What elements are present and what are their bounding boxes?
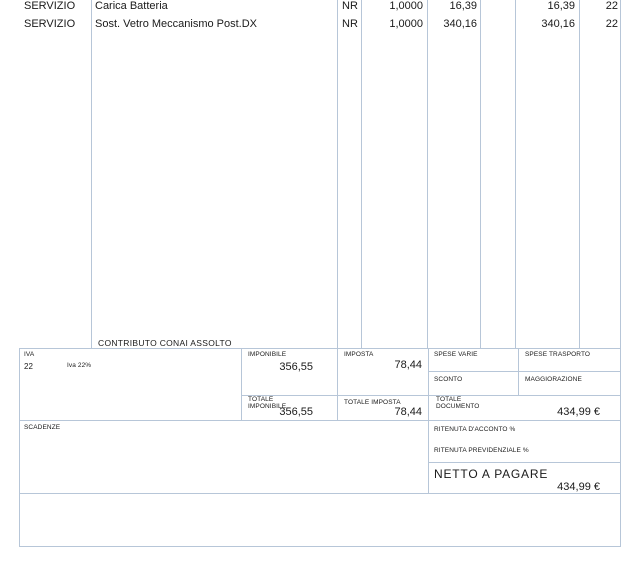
ritenuta-previdenziale-label: RITENUTA PREVIDENZIALE %	[434, 447, 529, 454]
col-divider	[361, 0, 362, 348]
col-divider	[480, 0, 481, 348]
totale-imponibile-value: 356,55	[279, 406, 313, 418]
line-item-vat: 22	[605, 0, 618, 12]
imposta-label: IMPOSTA	[344, 351, 374, 358]
payment-box	[19, 420, 621, 494]
totale-imponibile-label: TOTALE	[248, 396, 274, 403]
netto-a-pagare-value: 434,99 €	[557, 481, 600, 493]
col-divider	[515, 0, 516, 348]
line-item-description: Carica Batteria	[95, 0, 168, 12]
iva-code: 22	[24, 362, 33, 371]
line-item-price: 340,16	[443, 18, 477, 30]
line-item-unit: NR	[342, 0, 358, 12]
payment-divider	[428, 462, 621, 463]
line-item-price: 16,39	[449, 0, 477, 12]
netto-a-pagare-label: NETTO A PAGARE	[434, 467, 549, 481]
totale-documento-label: DOCUMENTO	[436, 403, 480, 410]
totale-imposta-label: TOTALE IMPOSTA	[344, 399, 401, 406]
line-item-type: SERVIZIO	[24, 18, 76, 30]
summary-divider	[428, 371, 621, 372]
conai-note: CONTRIBUTO CONAI ASSOLTO	[98, 338, 232, 348]
line-item-description: Sost. Vetro Meccanismo Post.DX	[95, 18, 258, 30]
iva-label: IVA	[24, 351, 35, 358]
imponibile-value: 356,55	[279, 361, 313, 373]
summary-divider	[241, 395, 621, 396]
iva-description: Iva 22%	[67, 362, 92, 369]
spese-varie-label: SPESE VARIE	[434, 351, 478, 358]
scadenze-label: SCADENZE	[24, 424, 61, 431]
notes-box	[19, 493, 621, 547]
imposta-value: 78,44	[394, 359, 422, 371]
col-divider	[337, 0, 338, 348]
summary-divider	[518, 348, 519, 396]
col-divider	[91, 0, 92, 348]
line-item-type: SERVIZIO	[24, 0, 76, 12]
col-divider	[579, 0, 580, 348]
invoice-page: SERVIZIO Carica Batteria NR 1,0000 16,39…	[0, 0, 640, 570]
line-item-quantity: 1,0000	[389, 0, 423, 12]
col-divider	[427, 0, 428, 348]
table-right-border	[620, 0, 621, 348]
totale-imposta-value: 78,44	[394, 406, 422, 418]
imponibile-label: IMPONIBILE	[248, 351, 287, 358]
ritenuta-acconto-label: RITENUTA D'ACCONTO %	[434, 426, 516, 433]
line-item-quantity: 1,0000	[389, 18, 423, 30]
line-item-unit: NR	[342, 18, 358, 30]
line-item-amount: 340,16	[541, 18, 575, 30]
totale-documento-label: TOTALE	[436, 396, 462, 403]
summary-divider	[337, 348, 338, 421]
spese-trasporto-label: SPESE TRASPORTO	[525, 351, 591, 358]
sconto-label: SCONTO	[434, 376, 463, 383]
totale-documento-value: 434,99 €	[557, 406, 600, 418]
maggiorazione-label: MAGGIORAZIONE	[525, 376, 582, 383]
summary-divider	[241, 348, 242, 421]
line-item-amount: 16,39	[547, 0, 575, 12]
vat-summary-box	[19, 348, 621, 421]
line-item-vat: 22	[605, 18, 618, 30]
